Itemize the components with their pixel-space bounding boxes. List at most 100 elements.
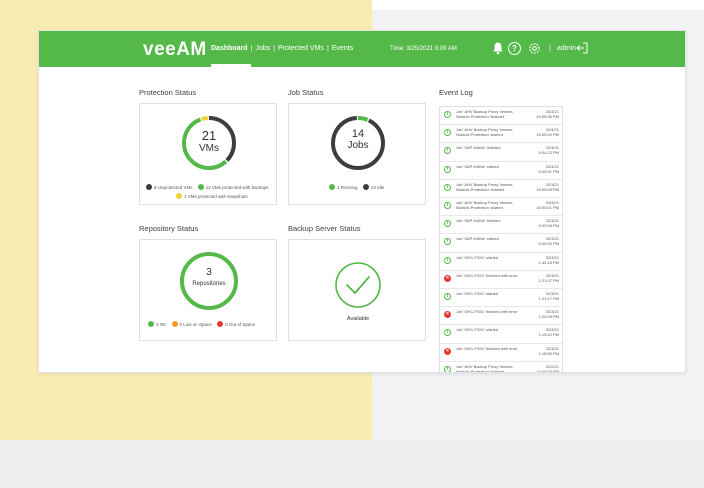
- event-row[interactable]: i Job 'AHV Backup Proxy Veeam-Nutanix Pro…: [440, 107, 562, 126]
- event-timestamp: 3/22/21 10:00:05 PM: [536, 364, 559, 372]
- event-row[interactable]: i Job 'SAP-HANA' started 3/24/21 5:00:01 PM: [440, 162, 562, 180]
- protection-unit: VMs: [199, 143, 219, 154]
- event-time: 10:00:01 PM: [536, 205, 559, 210]
- jobs-center: 14 Jobs: [329, 128, 387, 151]
- legend-dot-idle: [362, 184, 369, 190]
- info-icon: i: [444, 129, 451, 137]
- top-bar: veeAM Dashboard | Jobs | Protected VMs | Event…: [39, 31, 685, 67]
- jobs-unit: Jobs: [347, 140, 369, 151]
- protection-legend-row2: 1 VMs protected with snapshots: [176, 193, 252, 199]
- event-text: Job 'GHC-FS01' started: [456, 291, 499, 296]
- info-icon: i: [444, 183, 451, 191]
- nav-dashboard[interactable]: Dashboard: [211, 45, 248, 52]
- event-log-title: Event Log: [439, 88, 473, 97]
- help-icon[interactable]: ?: [508, 42, 521, 55]
- event-timestamp: 3/23/21 10:00:05 PM: [536, 182, 559, 192]
- legend-low-space: 0 Low on Space: [179, 321, 212, 327]
- event-timestamp: 3/23/21 1:42:18 PM: [539, 255, 559, 265]
- event-row[interactable]: × Job 'GHC-FS01' finished with error 3/23/…: [440, 271, 562, 289]
- veeam-logo: veeAM: [143, 39, 207, 60]
- info-icon: i: [444, 256, 451, 264]
- event-timestamp: 3/23/21 1:18:50 PM: [539, 346, 559, 356]
- event-row[interactable]: i Job 'AHV Backup Proxy Veeam-Nutanix Pro…: [440, 180, 562, 198]
- event-row[interactable]: i Job 'SAP-HANA' finished 3/23/21 5:03:08 P…: [440, 216, 562, 235]
- info-icon: i: [444, 165, 451, 173]
- nav-separator: |: [273, 45, 276, 52]
- event-text: Job 'GHC-FS01' started: [456, 327, 499, 333]
- error-icon: ×: [444, 311, 451, 319]
- event-row[interactable]: i Job 'GHC-FS01' started 3/23/21 1:19:42 PM: [440, 325, 562, 344]
- event-row[interactable]: i Job 'AHV Backup Proxy Veeam-Nutanix Pro…: [440, 362, 562, 372]
- active-tab-indicator: [211, 64, 251, 67]
- info-icon: i: [444, 329, 451, 337]
- repository-count: 3: [206, 267, 212, 278]
- event-row[interactable]: i Job 'SAP-HANA' finished 3/24/21 5:04:22 P…: [440, 143, 562, 162]
- jobs-count: 14: [351, 128, 365, 140]
- background-grey: [0, 440, 704, 488]
- repository-status-card[interactable]: 3 Repositories 3 OK 0 Low on Space 0 Out…: [139, 239, 277, 341]
- nav-separator: |: [326, 45, 329, 52]
- protection-legend: 8 Unprotected VMs 12 VMs protected with …: [146, 184, 272, 190]
- event-timestamp: 3/23/21 1:21:17 PM: [539, 291, 559, 301]
- event-row[interactable]: i Job 'SAP-HANA' started 3/23/21 5:00:00 PM: [440, 234, 562, 253]
- event-row[interactable]: × Job 'GHC-FS01' finished with error 3/23/…: [440, 344, 562, 362]
- error-icon: ×: [444, 274, 451, 282]
- event-time: 10:00:06 PM: [536, 114, 559, 119]
- nav-jobs[interactable]: Jobs: [255, 45, 270, 52]
- event-time: 5:04:22 PM: [538, 150, 559, 156]
- event-text: Job 'AHV Backup Proxy Veeam-Nutanix Prot…: [456, 200, 514, 210]
- repository-unit: Repositories: [192, 281, 226, 287]
- protection-status-card[interactable]: 21 VMs 8 Unprotected VMs 12 VMs protecte…: [139, 103, 277, 205]
- event-text: Job 'AHV Backup Proxy Veeam-Nutanix Prot…: [456, 127, 514, 138]
- event-timestamp: 3/23/21 5:00:00 PM: [539, 236, 559, 246]
- legend-dot-backups: [197, 184, 204, 190]
- event-timestamp: 3/23/21 5:03:08 PM: [539, 218, 559, 228]
- event-row[interactable]: i Job 'GHC-FS01' started 3/23/21 1:21:17 PM: [440, 289, 562, 308]
- event-time: 1:18:50 PM: [538, 350, 559, 356]
- event-timestamp: 3/23/21 1:20:09 PM: [539, 309, 559, 319]
- event-text: Job 'AHV Backup Proxy Veeam-Nutanix Prot…: [456, 181, 514, 192]
- event-time: 1:42:18 PM: [538, 259, 559, 265]
- info-icon: i: [444, 202, 451, 209]
- info-icon: i: [444, 293, 451, 300]
- legend-dot-ok: [148, 321, 154, 327]
- event-timestamp: 3/24/21 5:04:22 PM: [539, 145, 559, 155]
- event-text: Job 'GHC-FS01' started: [456, 254, 499, 260]
- event-row[interactable]: × Job 'GHC-FS01' finished with error 3/23/…: [440, 307, 562, 326]
- event-time: 10:00:00 PM: [536, 132, 559, 138]
- event-timestamp: 3/24/21 10:00:06 PM: [536, 109, 559, 119]
- bell-icon[interactable]: [491, 41, 505, 55]
- job-status-title: Job Status: [288, 88, 324, 97]
- event-time: 5:00:01 PM: [538, 168, 559, 174]
- event-row[interactable]: i Job 'AHV Backup Proxy Veeam-Nutanix Pro…: [440, 125, 562, 144]
- logout-icon[interactable]: [575, 41, 589, 55]
- backup-server-status-card[interactable]: Available: [288, 239, 426, 341]
- info-icon: i: [444, 220, 451, 228]
- gear-icon[interactable]: [527, 41, 542, 56]
- event-timestamp: 3/23/21 1:19:42 PM: [539, 327, 559, 337]
- event-text: Job 'SAP-HANA' started: [456, 236, 499, 242]
- legend-dot-snapshots: [176, 193, 182, 199]
- repository-status-title: Repository Status: [139, 224, 199, 233]
- event-time: 1:20:09 PM: [538, 314, 559, 320]
- nav-events[interactable]: Events: [332, 45, 353, 52]
- checkmark-icon: [335, 262, 381, 308]
- event-row[interactable]: i Job 'GHC-FS01' started 3/23/21 1:42:18 PM: [440, 253, 562, 271]
- info-icon: i: [444, 238, 451, 246]
- legend-backups: 12 VMs protected with backups: [205, 184, 269, 190]
- backup-server-status-title: Backup Server Status: [288, 224, 361, 233]
- legend-dot-unprotected: [146, 184, 152, 190]
- job-status-card[interactable]: 14 Jobs 1 Running 13 Idle: [288, 103, 426, 205]
- event-time: 1:21:07 PM: [538, 277, 559, 283]
- repository-legend: 3 OK 0 Low on Space 0 Out of Space: [148, 321, 259, 327]
- event-text: Job 'GHC-FS01' finished with error: [456, 309, 518, 315]
- event-row[interactable]: i Job 'AHV Backup Proxy Veeam-Nutanix Pro…: [440, 198, 562, 217]
- background-white: [372, 0, 704, 10]
- event-log-list[interactable]: i Job 'AHV Backup Proxy Veeam-Nutanix Pro…: [439, 106, 563, 372]
- nav-protected-vms[interactable]: Protected VMs: [278, 45, 324, 52]
- legend-running: 1 Running: [337, 184, 358, 190]
- user-name[interactable]: admin: [557, 45, 576, 52]
- app-window: veeAM Dashboard | Jobs | Protected VMs | Event…: [38, 30, 686, 373]
- backup-server-status-text: Available: [346, 316, 370, 322]
- event-text: Job 'GHC-FS01' finished with error: [456, 345, 518, 351]
